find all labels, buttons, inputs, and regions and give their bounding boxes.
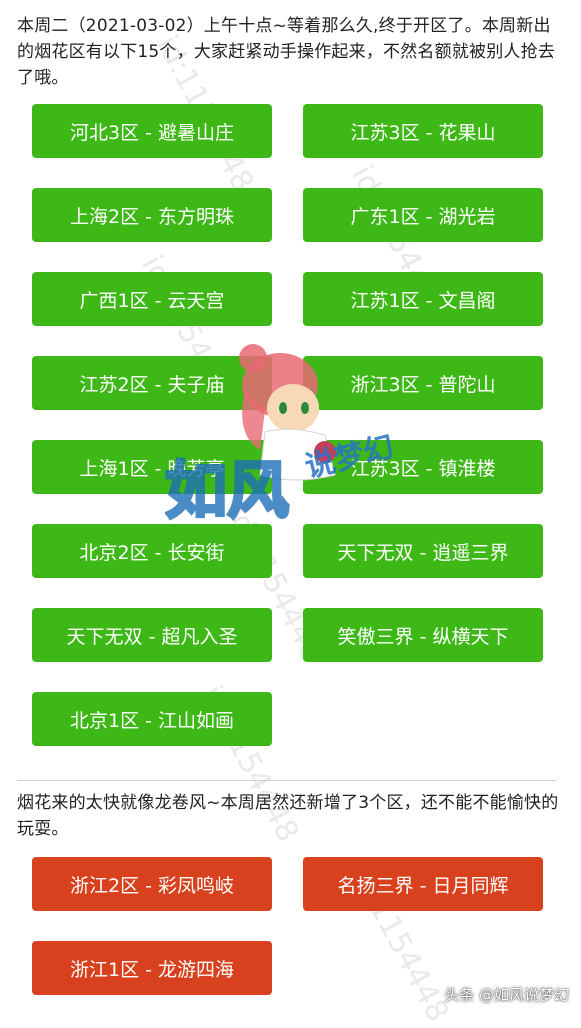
section-divider xyxy=(17,780,557,781)
author-credit: 头条 @如风说梦幻 xyxy=(444,986,569,1004)
server-button[interactable]: 天下无双 - 超凡入圣 xyxy=(32,608,272,662)
server-button[interactable]: 北京2区 - 长安街 xyxy=(32,524,272,578)
new-servers-note: 烟花来的太快就像龙卷风~本周居然还新增了3个区，还不能不能愉快的玩耍。 xyxy=(17,793,559,839)
server-button[interactable]: 浙江3区 - 普陀山 xyxy=(303,356,543,410)
server-button[interactable]: 江苏2区 - 夫子庙 xyxy=(32,356,272,410)
server-button[interactable]: 笑傲三界 - 纵横天下 xyxy=(303,608,543,662)
server-grid-red: 浙江2区 - 彩凤鸣岐 名扬三界 - 日月同辉 浙江1区 - 龙游四海 xyxy=(32,857,543,995)
server-button[interactable]: 广西1区 - 云天宫 xyxy=(32,272,272,326)
server-button[interactable]: 天下无双 - 逍遥三界 xyxy=(303,524,543,578)
server-button[interactable]: 江苏3区 - 镇淮楼 xyxy=(303,440,543,494)
server-button[interactable]: 江苏3区 - 花果山 xyxy=(303,104,543,158)
intro-text: 本周二（2021-03-02）上午十点~等着那么久,终于开区了。本周新出的烟花区… xyxy=(17,16,556,88)
server-button[interactable]: 广东1区 - 湖光岩 xyxy=(303,188,543,242)
server-grid-green: 河北3区 - 避暑山庄 江苏3区 - 花果山 上海2区 - 东方明珠 广东1区 … xyxy=(32,104,543,746)
server-button[interactable]: 江苏1区 - 文昌阁 xyxy=(303,272,543,326)
server-button[interactable]: 上海1区 - 晚芳亭 xyxy=(32,440,272,494)
new-server-button[interactable]: 浙江2区 - 彩凤鸣岐 xyxy=(32,857,272,911)
server-button[interactable]: 河北3区 - 避暑山庄 xyxy=(32,104,272,158)
new-server-button[interactable]: 浙江1区 - 龙游四海 xyxy=(32,941,272,995)
new-server-button[interactable]: 名扬三界 - 日月同辉 xyxy=(303,857,543,911)
server-button[interactable]: 北京1区 - 江山如画 xyxy=(32,692,272,746)
server-button[interactable]: 上海2区 - 东方明珠 xyxy=(32,188,272,242)
